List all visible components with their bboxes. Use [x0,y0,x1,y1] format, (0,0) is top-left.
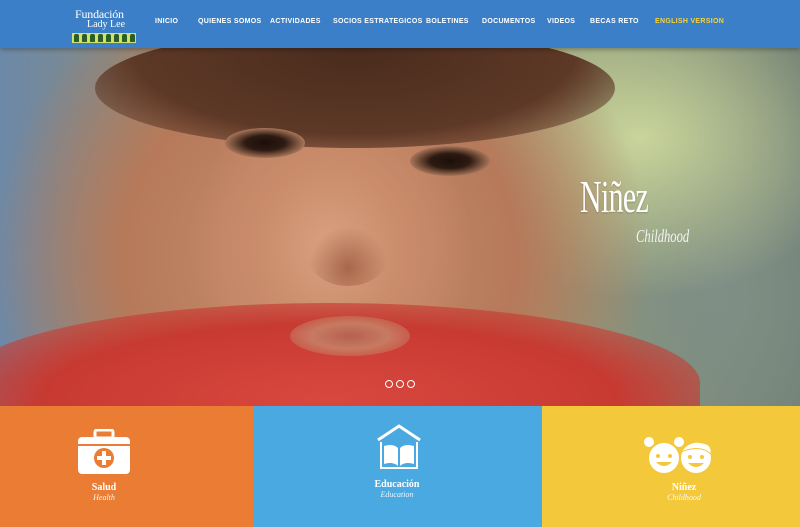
tile-salud-label: Salud [91,482,117,493]
medical-kit-icon [78,429,130,474]
slider-dot-2[interactable] [396,380,404,388]
nav-socios-estrategicos[interactable]: SOCIOS ESTRATEGICOS [333,18,423,25]
hero-photo-hair [95,48,615,148]
tile-salud-sub: Health [93,493,115,502]
open-book-icon [377,424,421,469]
site-logo[interactable]: Fundación Lady Lee [70,5,140,45]
tile-educacion[interactable]: Educación Education [254,406,542,527]
slider-dots [385,380,415,388]
nav-boletines[interactable]: BOLETINES [426,18,469,25]
tile-educacion-label: Educación [374,479,420,490]
tile-ninez-sub: Childhood [667,493,701,502]
hero-photo-right-eye [410,146,490,176]
nav-quienes-somos[interactable]: QUIENES SOMOS [198,18,261,25]
nav-becas-reto[interactable]: BECAS RETO [590,18,639,25]
nav-inicio[interactable]: INICIO [155,18,178,25]
hero-subtitle: Childhood [636,226,690,246]
hero-photo-nose [308,226,388,286]
hero-title: Niñez [580,171,649,222]
slider-dot-3[interactable] [407,380,415,388]
nav-actividades[interactable]: ACTIVIDADES [270,18,321,25]
nav-english-version[interactable]: ENGLISH VERSION [655,18,724,25]
logo-text-line2: Lady Lee [87,19,126,30]
hero-photo-mouth [290,316,410,356]
slider-dot-1[interactable] [385,380,393,388]
logo-figures [72,33,136,43]
tile-educacion-sub: Education [380,490,414,499]
nav-videos[interactable]: VIDEOS [547,18,575,25]
children-faces-icon [644,437,712,473]
site-header: Fundación Lady Lee INICIO QUIENES SOMOS … [0,0,800,48]
hero-slider[interactable]: Niñez Childhood [0,48,800,406]
tile-salud[interactable]: Salud Health [0,406,254,527]
hero-photo-left-eye [225,128,305,158]
nav-documentos[interactable]: DOCUMENTOS [482,18,535,25]
tile-ninez-label: Niñez [671,482,697,493]
tile-ninez[interactable]: Niñez Childhood [542,406,800,527]
